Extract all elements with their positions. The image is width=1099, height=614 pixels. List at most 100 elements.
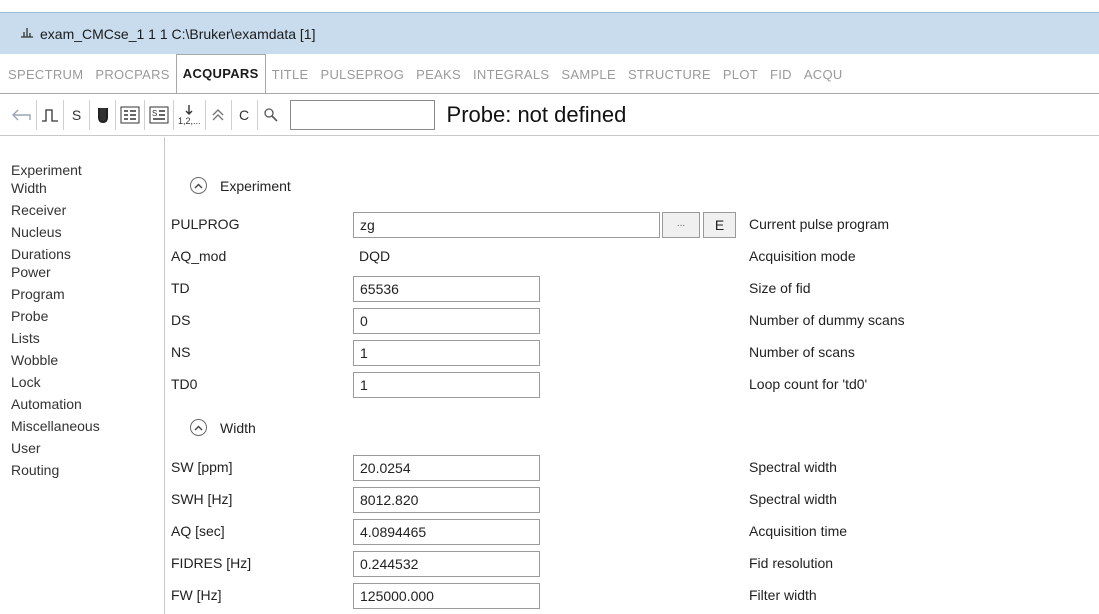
tab-title[interactable]: TITLE [266,57,315,93]
param-row-td0: TD0 1 Loop count for 'td0' [166,372,1099,398]
tab-spectrum[interactable]: SPECTRUM [2,57,89,93]
collapse-experiment-icon[interactable] [190,177,207,194]
param-value-td[interactable]: 65536 [353,276,540,302]
param-row-aq: AQ [sec] 4.0894465 Acquisition time [166,519,1099,545]
sidebar-item-nucleus[interactable]: Nucleus [11,223,164,241]
toolbar: S S 1,2,... C Probe: not defined [0,94,1099,136]
collapse-all-icon[interactable] [206,99,232,130]
sidebar-item-probe[interactable]: Probe [11,307,164,325]
param-name: TD0 [171,376,198,392]
param-value-fidres[interactable]: 0.244532 [353,551,540,577]
param-value-aq[interactable]: 4.0894465 [353,519,540,545]
param-name: NS [171,344,191,360]
tab-acqu[interactable]: ACQU [798,57,849,93]
edit-pulprog-button[interactable]: E [703,212,736,238]
sidebar-item-lists[interactable]: Lists [11,329,164,347]
section-title-experiment: Experiment [220,177,291,194]
tab-fid[interactable]: FID [764,57,798,93]
tab-procpars[interactable]: PROCPARS [89,57,175,93]
tab-bar: SPECTRUM PROCPARS ACQUPARS TITLE PULSEPR… [0,54,1099,94]
sidebar-item-program[interactable]: Program [11,285,164,303]
param-name: AQ_mod [171,248,227,264]
param-desc: Loop count for 'td0' [749,376,868,392]
param-value-ds[interactable]: 0 [353,308,540,334]
sidebar-item-durations[interactable]: Durations [11,245,164,263]
sidebar-item-miscellaneous[interactable]: Miscellaneous [11,417,164,435]
status-parameter-icon[interactable]: S [145,99,174,130]
tab-peaks[interactable]: PEAKS [410,57,467,93]
param-row-ns: NS 1 Number of scans [166,340,1099,366]
search-input[interactable] [289,99,435,130]
top-edge [0,0,1099,12]
probe-icon[interactable] [90,99,116,130]
param-value-ns[interactable]: 1 [353,340,540,366]
tab-sample[interactable]: SAMPLE [555,57,622,93]
param-value-swh[interactable]: 8012.820 [353,487,540,513]
sidebar-item-user[interactable]: User [11,439,164,457]
param-value-td0[interactable]: 1 [353,372,540,398]
sidebar-item-automation[interactable]: Automation [11,395,164,413]
window-title-bar: exam_CMCse_1 1 1 C:\Bruker\examdata [1] [0,12,1099,54]
sidebar-item-routing[interactable]: Routing [11,461,164,479]
c-button[interactable]: C [232,99,258,130]
param-value-sw[interactable]: 20.0254 [353,455,540,481]
sidebar-item-width[interactable]: Width [11,179,164,197]
sort-numeric-button[interactable]: 1,2,... [174,99,206,130]
param-name: PULPROG [171,216,240,232]
sidebar-item-lock[interactable]: Lock [11,373,164,391]
window-title: exam_CMCse_1 1 1 C:\Bruker\examdata [1] [40,25,316,42]
param-desc: Spectral width [749,491,837,507]
pulse-icon[interactable] [37,99,64,130]
param-name: SWH [Hz] [171,491,233,507]
undo-arrow-icon[interactable] [6,99,37,130]
param-row-aq-mod: AQ_mod DQD Acquisition mode [166,244,1099,270]
tab-acqupars[interactable]: ACQUPARS [175,54,266,93]
search-icon[interactable] [258,100,284,130]
param-desc: Fid resolution [749,555,834,571]
param-row-swh: SWH [Hz] 8012.820 Spectral width [166,487,1099,513]
param-desc: Filter width [749,587,817,603]
sidebar-item-power[interactable]: Power [11,263,164,281]
tab-integrals[interactable]: INTEGRALS [467,57,555,93]
param-desc: Number of scans [749,344,855,360]
param-value-pulprog[interactable]: zg [353,212,660,238]
browse-button[interactable]: ... [662,212,700,238]
section-title-width: Width [220,419,256,436]
collapse-width-icon[interactable] [190,419,207,436]
param-desc: Acquisition mode [749,248,856,264]
tab-structure[interactable]: STRUCTURE [622,57,717,93]
sidebar-item-receiver[interactable]: Receiver [11,201,164,219]
param-name: FIDRES [Hz] [171,555,252,571]
param-desc: Current pulse program [749,216,890,232]
parameter-panel: Experiment PULPROG zg ... E Current puls… [166,137,1099,614]
param-row-fw: FW [Hz] 125000.000 Filter width [166,583,1099,609]
param-row-ds: DS 0 Number of dummy scans [166,308,1099,334]
svg-text:S: S [152,109,157,118]
probe-status: Probe: not defined [446,101,627,127]
param-row-td: TD 65536 Size of fid [166,276,1099,302]
sidebar-item-experiment[interactable]: Experiment [11,161,164,179]
s-button[interactable]: S [64,99,90,130]
spectrum-icon [20,26,34,41]
param-name: TD [171,280,190,296]
param-desc: Acquisition time [749,523,848,539]
param-row-pulprog: PULPROG zg ... E Current pulse program [166,212,1099,238]
section-width-header: Width [190,419,256,436]
param-name: DS [171,312,191,328]
sidebar: Experiment Width Receiver Nucleus Durati… [0,137,165,614]
tab-plot[interactable]: PLOT [717,57,764,93]
param-name: SW [ppm] [171,459,233,475]
section-experiment-header: Experiment [190,177,291,194]
param-row-sw: SW [ppm] 20.0254 Spectral width [166,455,1099,481]
tab-pulseprog[interactable]: PULSEPROG [315,57,411,93]
param-desc: Number of dummy scans [749,312,905,328]
parameter-list-icon[interactable] [116,99,145,130]
sidebar-item-wobble[interactable]: Wobble [11,351,164,369]
param-desc: Spectral width [749,459,837,475]
param-desc: Size of fid [749,280,811,296]
param-value-fw[interactable]: 125000.000 [353,583,540,609]
sort-label: 1,2,... [178,115,201,126]
param-row-fidres: FIDRES [Hz] 0.244532 Fid resolution [166,551,1099,577]
param-value-aq-mod[interactable]: DQD [353,244,540,270]
param-name: AQ [sec] [171,523,225,539]
